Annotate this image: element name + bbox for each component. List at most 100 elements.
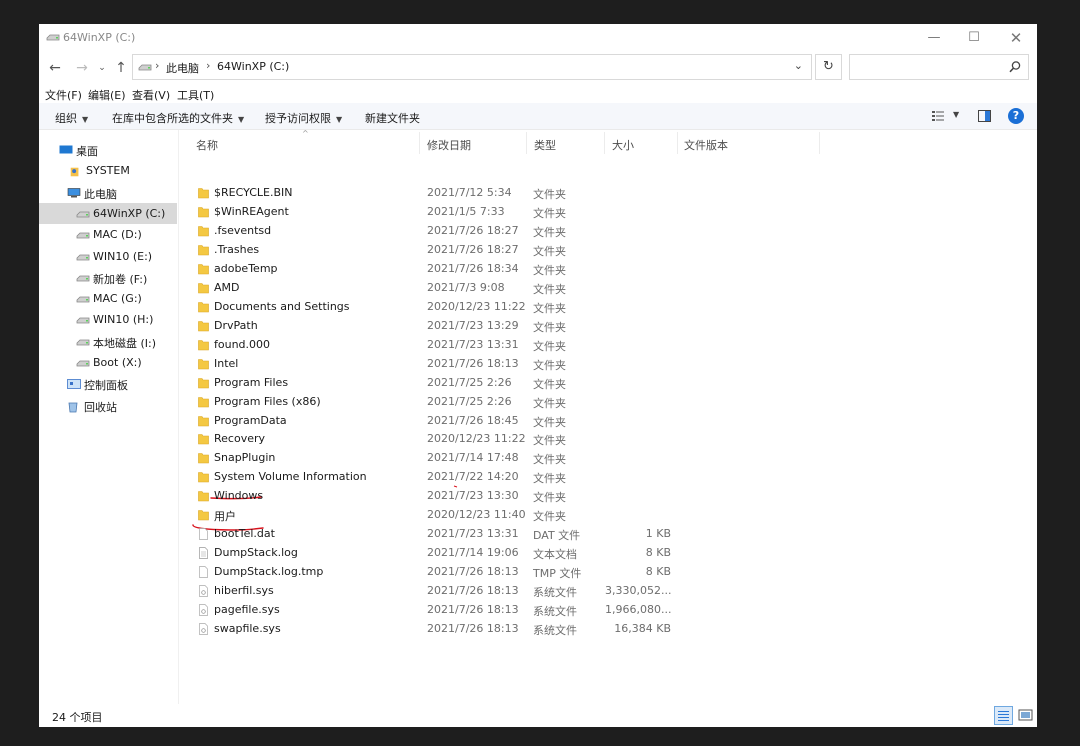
folder-row[interactable]: .Trashes 2021/7/26 18:27 文件夹 [185,240,825,259]
organize-label: 组织 [55,112,77,125]
nav-item[interactable]: 此电脑 [39,182,177,203]
file-name: Program Files [214,375,289,389]
column-type-label: 类型 [534,139,556,152]
nav-item-label: 64WinXP (C:) [93,206,166,220]
nav-item[interactable]: Boot (X:) [39,352,177,373]
column-header-version[interactable]: 文件版本 [678,130,820,157]
nav-item[interactable]: WIN10 (E:) [39,246,177,267]
up-button[interactable]: ↑ [113,58,129,78]
breadcrumb-this-pc[interactable]: 此电脑 [166,60,199,76]
breadcrumb-drive[interactable]: 64WinXP (C:) [217,60,289,73]
file-date: 2021/7/25 2:26 [427,394,512,408]
folder-row[interactable]: Documents and Settings 2020/12/23 11:22 文件… [185,297,825,316]
chevron-down-icon[interactable]: ⌄ [794,59,803,72]
column-name-label: 名称 [196,139,218,152]
menu-tools[interactable]: 工具(T) [177,87,214,103]
file-date: 2021/7/26 18:27 [427,223,519,237]
nav-item[interactable]: 新加卷 (F:) [39,267,177,288]
folder-row[interactable]: ProgramData 2021/7/26 18:45 文件夹 [185,411,825,430]
file-row[interactable]: bootTel.dat 2021/7/23 13:31 DAT 文件 1 KB [185,524,825,543]
search-box[interactable] [849,54,1029,80]
nav-item[interactable]: 控制面板 [39,373,177,394]
folder-row[interactable]: adobeTemp 2021/7/26 18:34 文件夹 [185,259,825,278]
folder-row[interactable]: found.000 2021/7/23 13:31 文件夹 [185,335,825,354]
folder-icon [198,358,209,370]
folder-row[interactable]: Program Files (x86) 2021/7/25 2:26 文件夹 [185,392,825,411]
back-button[interactable]: ← [47,58,63,78]
folder-row[interactable]: Intel 2021/7/26 18:13 文件夹 [185,354,825,373]
file-row[interactable]: swapfile.sys 2021/7/26 18:13 系统文件 16,384 KB [185,619,825,638]
recent-locations-button[interactable]: ⌄ [94,58,110,78]
column-header-type[interactable]: 类型 [527,130,605,157]
folder-row[interactable]: Windows 2021/7/23 13:30 文件夹 [185,486,825,505]
nav-item[interactable]: MAC (D:) [39,224,177,245]
file-type: 文件夹 [533,282,566,296]
caret-down-icon[interactable]: ▼ [953,110,959,119]
forward-button[interactable]: → [74,58,90,78]
explorer-window: 64WinXP (C:) — ☐ ✕ ← → ⌄ ↑ › 此电脑 › 64Win… [39,24,1037,727]
nav-item[interactable]: WIN10 (H:) [39,309,177,330]
nav-item[interactable]: SYSTEM [39,160,177,181]
file-row[interactable]: DumpStack.log.tmp 2021/7/26 18:13 TMP 文件 8 … [185,562,825,581]
details-view-icon[interactable] [994,706,1013,725]
file-date: 2021/7/26 18:27 [427,242,519,256]
file-icon [198,566,209,579]
control-panel-icon [67,379,81,390]
folder-row[interactable]: $WinREAgent 2021/1/5 7:33 文件夹 [185,202,825,221]
title-bar: 64WinXP (C:) — ☐ ✕ [39,24,1037,52]
include-in-library-label: 在库中包含所选的文件夹 [112,112,233,125]
file-row[interactable]: hiberfil.sys 2021/7/26 18:13 系统文件 3,330,052… [185,581,825,600]
folder-row[interactable]: Recovery 2020/12/23 11:22 文件夹 [185,429,825,448]
nav-item[interactable]: MAC (G:) [39,288,177,309]
nav-item[interactable]: 桌面 [39,139,177,160]
drive-icon [76,209,90,219]
folder-row[interactable]: System Volume Information 2021/7/22 14:20… [185,467,825,486]
share-with-button[interactable]: 授予访问权限 ▼ [265,110,342,126]
new-folder-button[interactable]: 新建文件夹 [365,110,420,126]
nav-item[interactable]: 回收站 [39,395,177,416]
file-size: 8 KB [645,546,671,560]
file-row[interactable]: pagefile.sys 2021/7/26 18:13 系统文件 1,966,080… [185,600,825,619]
large-icons-view-icon[interactable] [1016,706,1035,725]
nav-item[interactable]: 本地磁盘 (I:) [39,331,177,352]
address-bar[interactable]: › 此电脑 › 64WinXP (C:) ⌄ [132,54,812,80]
chevron-right-icon[interactable]: › [206,59,210,72]
preview-pane-icon[interactable] [978,110,991,122]
folder-row[interactable]: .fseventsd 2021/7/26 18:27 文件夹 [185,221,825,240]
folder-row[interactable]: $RECYCLE.BIN 2021/7/12 5:34 文件夹 [185,183,825,202]
file-type: 文件夹 [533,396,566,410]
help-icon[interactable]: ? [1008,108,1024,124]
refresh-button[interactable]: ↻ [815,54,842,80]
chevron-right-icon[interactable]: › [155,59,159,72]
search-icon[interactable] [1008,60,1022,74]
view-options-icon[interactable] [931,109,945,123]
folder-row[interactable]: DrvPath 2021/7/23 13:29 文件夹 [185,316,825,335]
folder-row[interactable]: AMD 2021/7/3 9:08 文件夹 [185,278,825,297]
menu-edit[interactable]: 编辑(E) [88,87,126,103]
nav-item[interactable]: 64WinXP (C:) [39,202,177,224]
file-type: 系统文件 [533,586,577,600]
column-header-name[interactable]: ^ 名称 [185,129,420,157]
system-file-icon [198,585,209,598]
maximize-button[interactable]: ☐ [959,28,989,48]
menu-view[interactable]: 查看(V) [132,87,170,103]
minimize-button[interactable]: — [919,28,949,48]
folder-row[interactable]: Program Files 2021/7/25 2:26 文件夹 [185,373,825,392]
menu-file[interactable]: 文件(F) [45,87,82,103]
organize-button[interactable]: 组织 ▼ [55,110,88,126]
file-name: adobeTemp [214,261,278,275]
sort-ascending-icon: ^ [302,129,309,138]
column-header-size[interactable]: 大小 [605,130,678,157]
file-date: 2021/7/14 17:48 [427,451,519,465]
include-in-library-button[interactable]: 在库中包含所选的文件夹 ▼ [112,110,244,126]
folder-row[interactable]: 用户 2020/12/23 11:40 文件夹 [185,505,825,524]
nav-item-label: 此电脑 [84,187,117,201]
file-date: 2021/7/14 19:06 [427,546,519,560]
file-row[interactable]: DumpStack.log 2021/7/14 19:06 文本文档 8 KB [185,543,825,562]
close-button[interactable]: ✕ [1001,28,1031,48]
folder-row[interactable]: SnapPlugin 2021/7/14 17:48 文件夹 [185,448,825,467]
search-input[interactable] [854,58,1004,76]
column-header-date[interactable]: 修改日期 [420,130,527,157]
column-divider[interactable] [819,132,820,154]
share-with-label: 授予访问权限 [265,112,331,125]
